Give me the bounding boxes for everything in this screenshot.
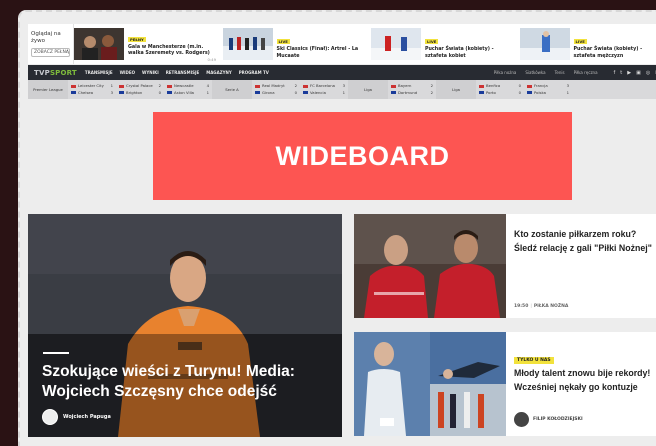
main-nav: TVP SPORT TRANSMISJE WIDEO WYNIKI RETRANS…	[28, 65, 656, 80]
article-card[interactable]: TYLKO U NAS Młody talent znowu bije reko…	[354, 332, 656, 436]
nav-link-tennis[interactable]: Tenis	[555, 70, 565, 75]
article-image	[354, 332, 506, 436]
article-image	[354, 214, 506, 318]
author-avatar	[42, 409, 58, 425]
watch-live-title: Oglądaj na żywo	[31, 31, 61, 44]
facebook-icon[interactable]: f	[614, 70, 616, 76]
wideboard-label: WIDEBOARD	[275, 140, 450, 171]
watch-live-box[interactable]: Oglądaj na żywo ZOBACZ PEŁNĄ	[28, 24, 74, 64]
league-label[interactable]: Liga	[436, 80, 476, 99]
article-meta: 19:50 | PIŁKA NOŻNA	[514, 304, 569, 309]
youtube-icon[interactable]: ▶	[627, 70, 631, 76]
live-strip: Oglądaj na żywo ZOBACZ PEŁNĄ PEŁNY Gala …	[28, 24, 656, 64]
nav-link-volleyball[interactable]: Siatkówka	[525, 70, 545, 75]
score-item[interactable]: Benfica 0 Porto 0	[476, 82, 524, 97]
live-item[interactable]: LIVE Puchar Świata (kobiety) - sztafeta …	[371, 27, 520, 61]
hero-title[interactable]: Szokujące wieści z Turynu! Media: Wojcie…	[42, 362, 332, 402]
live-title: Ski Classics (Finał): Artrel - La Mucaat…	[276, 47, 359, 59]
score-item[interactable]: Crystal Palace 2 Brighton 0	[116, 82, 164, 97]
live-title: Puchar Świata (kobiety) - sztafeta kobie…	[425, 47, 494, 59]
league-label[interactable]: Serie A	[212, 80, 252, 99]
live-item[interactable]: LIVE Ski Classics (Finał): Artrel - La M…	[222, 27, 372, 61]
instagram-icon[interactable]: ◎	[646, 70, 650, 76]
score-item[interactable]: Francja 3 Polska 1	[524, 82, 572, 97]
tv-icon[interactable]: ▣	[636, 70, 641, 76]
live-thumbnail	[74, 28, 124, 60]
live-tag: PEŁNY	[128, 36, 146, 42]
wideboard-ad[interactable]: WIDEBOARD	[153, 112, 572, 200]
live-thumbnail	[519, 28, 570, 60]
score-item[interactable]: Leicester City 1 Chelsea 3	[68, 82, 116, 97]
live-item[interactable]: LIVE Puchar Świata (kobiety) - sztafeta …	[519, 27, 656, 61]
author-name: FILIP KOŁODZIEJSKI	[533, 417, 583, 422]
author-name: Wojciech Papuga	[63, 414, 111, 420]
nav-link-football[interactable]: Piłka nożna	[494, 70, 517, 75]
hero-image	[28, 214, 342, 437]
live-tag: LIVE	[276, 39, 290, 45]
nav-item-retransmisje[interactable]: RETRANSMISJE	[166, 70, 200, 75]
article-title[interactable]: Kto zostanie piłkarzem roku? Śledź relac…	[514, 228, 656, 255]
live-thumbnail	[371, 28, 421, 60]
watch-live-button[interactable]: ZOBACZ PEŁNĄ	[31, 47, 70, 57]
nav-item-wyniki[interactable]: WYNIKI	[142, 70, 159, 75]
browser-viewport: Oglądaj na żywo ZOBACZ PEŁNĄ PEŁNY Gala …	[18, 10, 656, 446]
article-time: 19:50	[514, 304, 529, 309]
tvp-sport-logo[interactable]: TVP SPORT	[34, 69, 77, 77]
hero-accent-line	[43, 352, 69, 354]
logo-part-b: SPORT	[49, 68, 77, 77]
live-tag: LIVE	[573, 39, 587, 45]
nav-item-transmisje[interactable]: TRANSMISJE	[85, 70, 113, 75]
score-item[interactable]: Real Madryt 2 Girona 0	[252, 82, 300, 97]
nav-link-handball[interactable]: Piłka ręczna	[574, 70, 598, 75]
live-tag: LIVE	[425, 39, 439, 45]
league-label[interactable]: Liga	[348, 80, 388, 99]
exclusive-tag: TYLKO U NAS	[514, 357, 554, 364]
score-item[interactable]: FC Barcelona 3 Valencia 1	[300, 82, 348, 97]
live-item[interactable]: PEŁNY Gala w Manchesterze (m.in. walka S…	[74, 27, 223, 63]
scores-bar: Premier League Leicester City 1 Chelsea 3 C…	[28, 80, 656, 99]
twitter-icon[interactable]: t	[620, 70, 622, 76]
live-title: Gala w Manchesterze (m.in. walka Szereme…	[128, 44, 210, 56]
score-item[interactable]: Newcastle 4 Aston Villa 1	[164, 82, 212, 97]
hero-article[interactable]: Szokujące wieści z Turynu! Media: Wojcie…	[28, 214, 342, 437]
article-author[interactable]: FILIP KOŁODZIEJSKI	[514, 412, 583, 427]
nav-item-magazyny[interactable]: MAGAZYNY	[206, 70, 232, 75]
live-thumbnail	[222, 28, 273, 60]
nav-item-wideo[interactable]: WIDEO	[120, 70, 135, 75]
author-avatar	[514, 412, 529, 427]
logo-part-a: TVP	[34, 68, 50, 77]
hero-author[interactable]: Wojciech Papuga	[42, 409, 111, 425]
article-title[interactable]: Młody talent znowu bije rekordy! Wcześni…	[514, 367, 656, 394]
article-category[interactable]: PIŁKA NOŻNA	[534, 304, 569, 309]
league-label[interactable]: Premier League	[28, 80, 68, 99]
live-title: Puchar Świata (kobiety) - sztafeta mężcz…	[573, 47, 643, 59]
score-item[interactable]: Bayern 2 Dortmund 2	[388, 82, 436, 97]
article-card[interactable]: Kto zostanie piłkarzem roku? Śledź relac…	[354, 214, 656, 318]
live-time: 0:49	[207, 57, 216, 63]
nav-item-program-tv[interactable]: PROGRAM TV	[239, 70, 269, 75]
